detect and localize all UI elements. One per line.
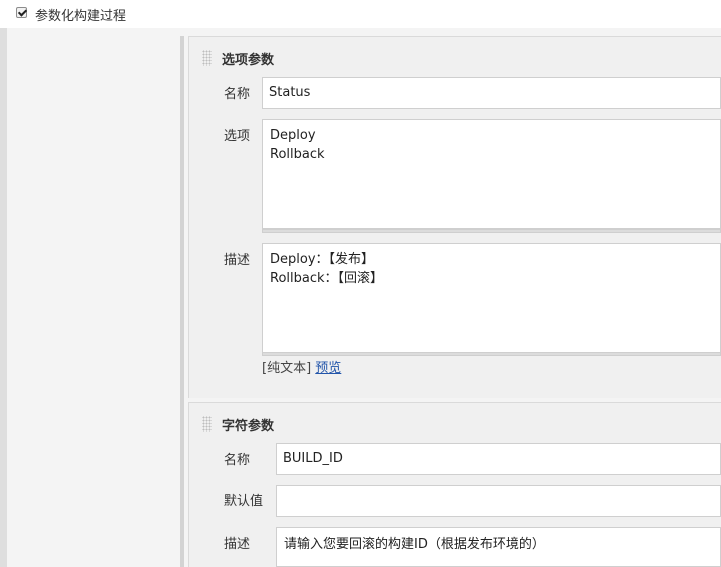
string-description-label: 描述	[224, 537, 251, 552]
drag-handle-icon[interactable]	[202, 50, 212, 66]
choice-name-input[interactable]: Status	[262, 77, 721, 109]
description-line: 请输入您要回滚的构建ID（根据发布环境的）	[284, 537, 545, 552]
choice-description-textarea[interactable]: Deploy：【发布】 Rollback：【回滚】	[262, 243, 721, 353]
choice-item: Rollback	[270, 147, 325, 162]
string-parameter-title: 字符参数	[222, 419, 275, 434]
parameterized-build-checkbox[interactable]	[16, 7, 27, 18]
default-value-input[interactable]	[276, 485, 721, 517]
choice-item: Deploy	[270, 128, 316, 143]
description-format-links: [纯文本] 预览	[262, 357, 341, 376]
job-config-page: 参数化构建过程 选项参数 名称 Status 选项 Deploy Rollbac…	[0, 0, 721, 567]
string-name-label: 名称	[224, 453, 251, 468]
choice-parameter-title: 选项参数	[222, 53, 275, 68]
drag-handle-icon[interactable]	[202, 416, 212, 432]
plain-text-label: [纯文本]	[262, 361, 312, 376]
section-divider	[180, 36, 184, 567]
default-value-label: 默认值	[224, 494, 264, 509]
string-name-input[interactable]: BUILD_ID	[276, 443, 721, 475]
choice-name-label: 名称	[224, 87, 251, 102]
choices-textarea[interactable]: Deploy Rollback	[262, 119, 721, 229]
string-description-textarea[interactable]: 请输入您要回滚的构建ID（根据发布环境的）	[276, 527, 721, 567]
choice-description-label: 描述	[224, 253, 251, 268]
choices-label: 选项	[224, 129, 251, 144]
preview-link[interactable]: 预览	[315, 361, 341, 376]
choices-resize-handle[interactable]	[262, 229, 721, 233]
description-line: Deploy：【发布】	[270, 252, 375, 267]
description-resize-handle[interactable]	[262, 352, 721, 356]
left-indent-strip	[0, 28, 7, 567]
description-line: Rollback：【回滚】	[270, 271, 384, 286]
parameterized-build-row: 参数化构建过程	[0, 0, 721, 28]
parameterized-build-label: 参数化构建过程	[35, 9, 127, 24]
